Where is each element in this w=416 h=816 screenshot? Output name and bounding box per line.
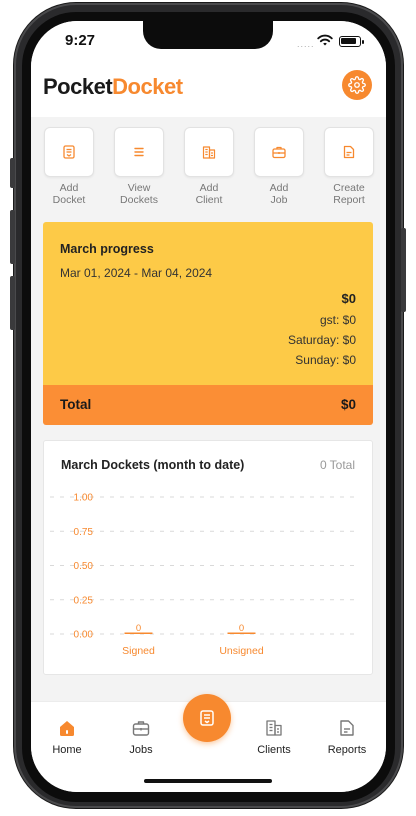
view-dockets-label: View Dockets [120, 182, 158, 206]
create-report-button[interactable]: Create Report [323, 127, 375, 206]
receipt-icon [200, 710, 214, 726]
progress-date-range: Mar 01, 2024 - Mar 04, 2024 [60, 266, 213, 280]
progress-summary: March progress Mar 01, 2024 - Mar 04, 20… [43, 222, 373, 385]
add-client-button[interactable]: Add Client [183, 127, 235, 206]
dockets-bar-chart: 1.00 0.75 0.50 0.25 0.00 0 Signed 0 Unsigned [50, 493, 354, 657]
docket-icon [63, 145, 75, 159]
dockets-total-suffix: Total [329, 458, 355, 472]
progress-sunday: Sunday: $0 [295, 353, 356, 367]
app-header: PocketDocket [31, 63, 386, 117]
progress-total-label: Total [60, 397, 92, 412]
add-docket-tile[interactable] [44, 127, 94, 177]
volume-up-button [10, 210, 15, 264]
home-icon [60, 721, 74, 736]
building-icon [202, 146, 216, 159]
progress-saturday: Saturday: $0 [287, 333, 356, 347]
battery-icon [339, 36, 364, 47]
view-dockets-tile[interactable] [114, 127, 164, 177]
power-button [401, 228, 406, 312]
add-job-label: Add Job [269, 182, 289, 206]
tab-clients-label: Clients [257, 744, 291, 756]
home-indicator [144, 779, 272, 783]
report-icon [340, 720, 354, 736]
chart-y-tick-label: 1.00 [74, 493, 94, 504]
tab-home[interactable]: Home [37, 717, 97, 756]
add-client-label: Add Client [195, 182, 223, 206]
progress-title: March progress [60, 242, 154, 256]
view-dockets-button[interactable]: View Dockets [113, 127, 165, 206]
tab-jobs[interactable]: Jobs [111, 717, 171, 756]
progress-gst: gst: $0 [319, 313, 356, 327]
tab-clients[interactable]: Clients [244, 717, 304, 756]
add-docket-label: Add Docket [52, 182, 86, 206]
dockets-total: 0 Total [317, 458, 355, 472]
tab-reports-label: Reports [327, 744, 367, 756]
list-icon [134, 147, 144, 157]
report-icon [343, 145, 355, 159]
add-job-tile[interactable] [254, 127, 304, 177]
chart-data-label: 0 [136, 623, 141, 634]
tab-jobs-label: Jobs [129, 744, 153, 756]
dockets-chart-title: March Dockets (month to date) [61, 458, 245, 472]
create-report-label: Create Report [333, 182, 365, 206]
progress-total-value: $0 [340, 397, 356, 412]
chart-data-label: 0 [239, 623, 244, 634]
chart-y-tick-label: 0.75 [74, 527, 94, 538]
briefcase-icon [272, 146, 286, 159]
building-icon [266, 720, 282, 736]
wifi-icon [317, 34, 333, 46]
notch [143, 21, 273, 49]
march-dockets-card: March Dockets (month to date) 0 Total 1.0… [43, 440, 373, 675]
chart-y-tick-label: 0.50 [74, 561, 94, 572]
logo-text-docket: Docket [112, 74, 183, 99]
add-client-tile[interactable] [184, 127, 234, 177]
status-bar: 9:27 ..... [31, 21, 386, 63]
add-job-button[interactable]: Add Job [253, 127, 305, 206]
home-content: Add Docket View Dockets Add Client Add J… [31, 117, 386, 701]
tab-reports[interactable]: Reports [317, 717, 377, 756]
chart-x-tick-label: Signed [122, 645, 155, 657]
app-screen: 9:27 ..... PocketDocket Add Docket View … [31, 21, 386, 792]
dockets-total-value: 0 [319, 458, 327, 472]
settings-button[interactable] [342, 70, 372, 100]
chart-y-tick-label: 0.25 [74, 595, 94, 606]
gear-icon [348, 76, 366, 94]
bottom-tab-bar: Home Jobs Clients Reports [31, 694, 386, 792]
app-logo: PocketDocket [43, 74, 183, 100]
status-time: 9:27 [65, 32, 96, 49]
tab-home-label: Home [52, 744, 82, 756]
chart-x-tick-label: Unsigned [219, 645, 264, 657]
volume-down-button [10, 276, 15, 330]
progress-amount: $0 [341, 291, 356, 306]
logo-text-pocket: Pocket [43, 74, 113, 99]
create-report-tile[interactable] [324, 127, 374, 177]
signal-icon: ..... [297, 39, 315, 49]
quick-actions: Add Docket View Dockets Add Client Add J… [43, 127, 375, 209]
add-docket-fab[interactable] [183, 694, 231, 742]
march-progress-card: March progress Mar 01, 2024 - Mar 04, 20… [43, 222, 373, 425]
chart-y-tick-label: 0.00 [74, 630, 94, 641]
silent-switch [10, 158, 15, 188]
progress-total-bar: Total $0 [43, 385, 373, 425]
briefcase-icon [132, 721, 150, 736]
add-docket-button[interactable]: Add Docket [43, 127, 95, 206]
